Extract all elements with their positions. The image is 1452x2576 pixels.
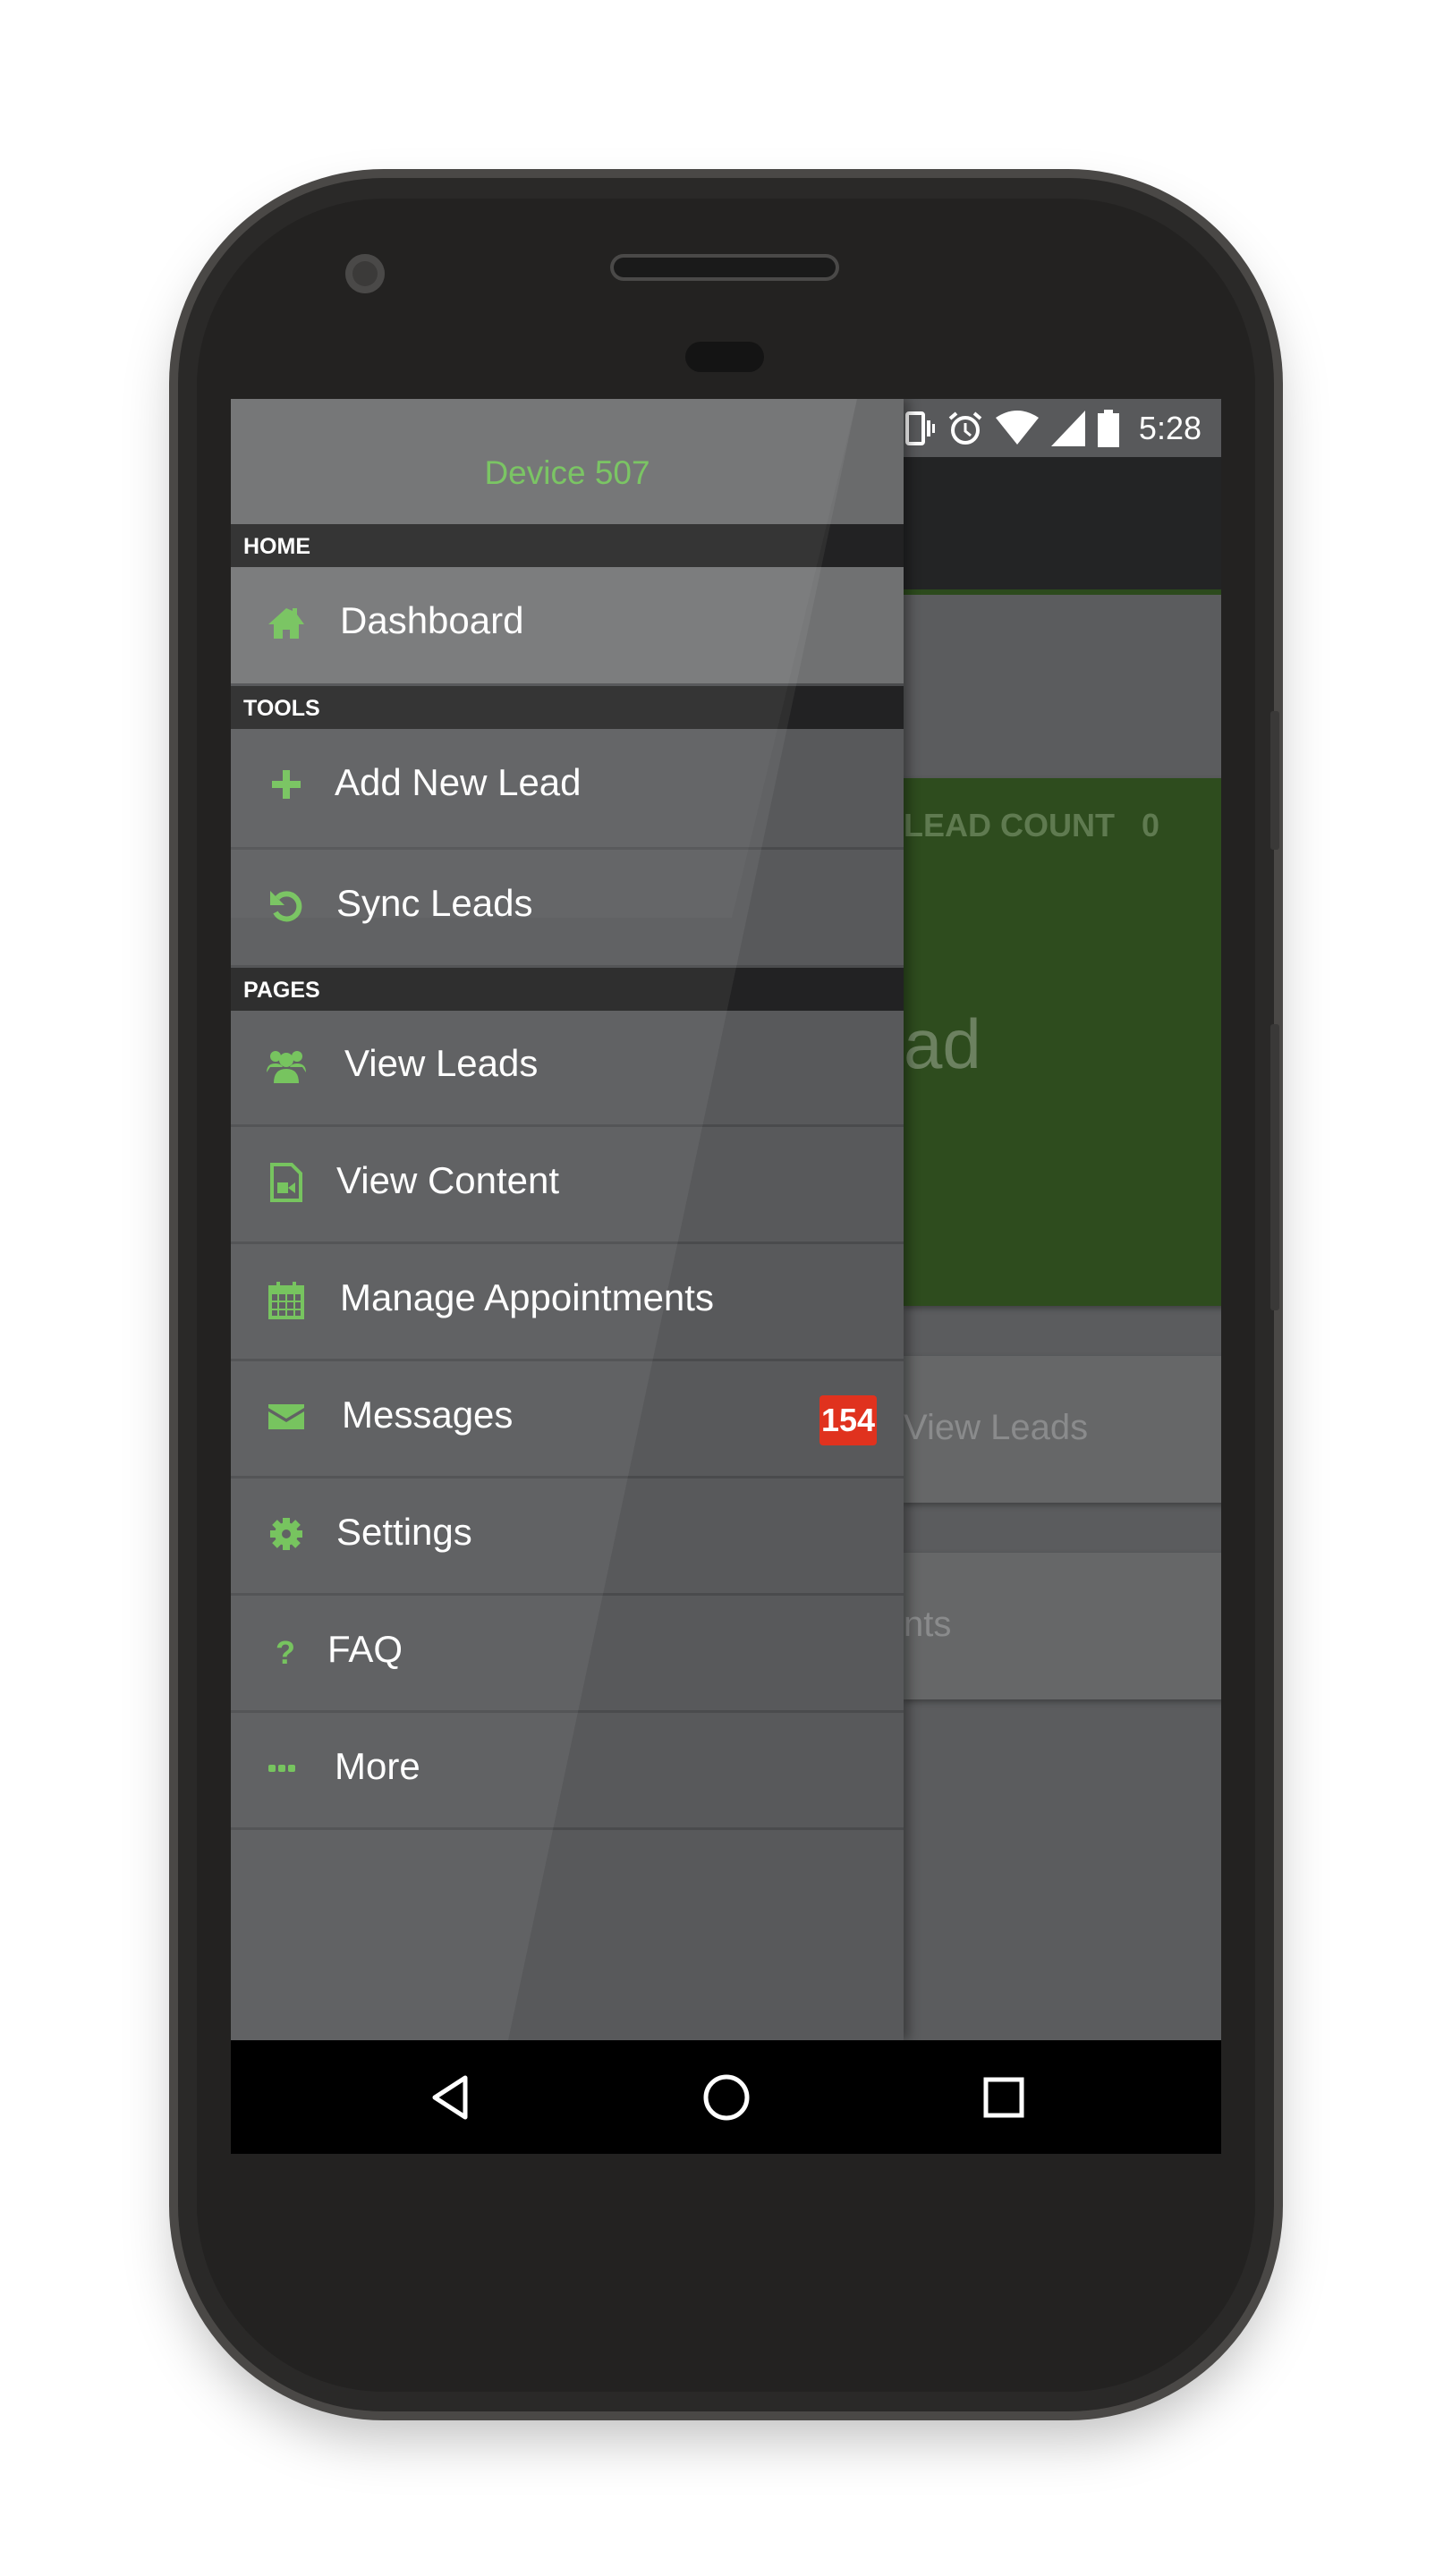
section-pages: PAGES <box>231 968 904 1011</box>
gear-icon <box>270 1518 302 1550</box>
view-leads-card-button[interactable]: View Leads <box>904 1356 1221 1503</box>
plus-icon <box>272 770 301 799</box>
drawer-item-add-new-lead[interactable]: Add New Lead <box>231 729 904 850</box>
battery-icon <box>1097 410 1119 447</box>
app-bar <box>904 457 1221 595</box>
svg-text:?: ? <box>276 1634 295 1671</box>
drawer-item-label: View Leads <box>344 1042 539 1084</box>
drawer-item-more[interactable]: More <box>231 1713 904 1830</box>
appointments-card-label: nts <box>904 1605 952 1644</box>
drawer-item-label: Dashboard <box>340 599 524 641</box>
card-big-text: ad <box>904 1004 981 1083</box>
drawer-item-label: Settings <box>336 1511 472 1553</box>
home-circle-icon[interactable] <box>701 2072 751 2123</box>
drawer-item-messages[interactable]: Messages 154 <box>231 1361 904 1479</box>
lead-count-label: LEAD COUNT 0 <box>904 807 1160 843</box>
drawer-item-label: More <box>335 1745 420 1787</box>
calendar-icon <box>268 1282 304 1319</box>
system-navigation-bar <box>231 2040 1221 2154</box>
video-file-icon <box>270 1163 302 1202</box>
users-icon <box>267 1051 306 1083</box>
back-icon[interactable] <box>426 2072 476 2123</box>
alarm-icon <box>948 411 982 445</box>
drawer-item-dashboard[interactable]: Dashboard <box>231 567 904 686</box>
status-time: 5:28 <box>1138 410 1202 446</box>
drawer-item-label: Messages <box>342 1394 514 1436</box>
power-button <box>1270 711 1279 850</box>
ellipsis-icon <box>268 1765 295 1772</box>
signal-icon <box>1050 411 1085 446</box>
device-name: Device 507 <box>484 454 650 491</box>
screen: 5:28 LEAD COUNT 0 ad View Leads nts Devi… <box>231 399 1221 2154</box>
drawer-item-label: Manage Appointments <box>340 1276 714 1318</box>
drawer-item-settings[interactable]: Settings <box>231 1479 904 1596</box>
recents-square-icon[interactable] <box>979 2072 1029 2123</box>
drawer-item-faq[interactable]: ? FAQ <box>231 1596 904 1713</box>
appointments-card-button[interactable]: nts <box>904 1553 1221 1699</box>
front-camera <box>345 254 385 293</box>
volume-button <box>1270 1024 1279 1310</box>
home-icon <box>268 608 304 639</box>
section-tools: TOOLS <box>231 686 904 729</box>
drawer-item-label: Sync Leads <box>336 882 533 924</box>
question-icon: ? <box>276 1634 295 1671</box>
earpiece-speaker <box>614 258 836 277</box>
drawer-item-label: FAQ <box>327 1628 403 1670</box>
wifi-icon <box>995 411 1039 445</box>
drawer-item-view-leads[interactable]: View Leads <box>231 1010 904 1127</box>
drawer-header: Device 507 <box>231 399 904 524</box>
navigation-drawer: Device 507 HOME Dashboard TOOLS Add New … <box>231 399 904 2040</box>
drawer-item-label: Add New Lead <box>335 761 582 803</box>
drawer-item-label: View Content <box>336 1159 560 1201</box>
section-home: HOME <box>231 524 904 567</box>
drawer-item-manage-appointments[interactable]: Manage Appointments <box>231 1244 904 1361</box>
proximity-sensor <box>685 342 764 372</box>
sync-icon <box>270 891 302 922</box>
drawer-item-view-content[interactable]: View Content <box>231 1127 904 1244</box>
messages-count-badge: 154 <box>819 1395 878 1445</box>
envelope-icon <box>268 1404 304 1429</box>
drawer-item-sync-leads[interactable]: Sync Leads <box>231 850 904 968</box>
view-leads-card-label: View Leads <box>904 1408 1089 1447</box>
